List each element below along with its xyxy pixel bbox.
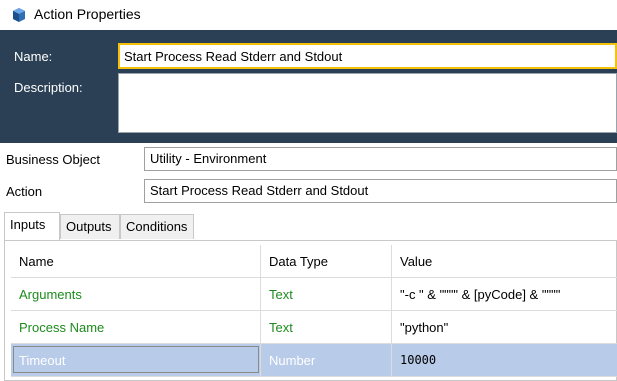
param-value[interactable]: "python" (392, 311, 617, 344)
action-field[interactable]: Start Process Read Stderr and Stdout (144, 179, 617, 203)
inputs-grid-frame: Name Data Type Value Arguments Text "-c … (4, 240, 617, 381)
table-row[interactable]: Process Name Text "python" (11, 311, 617, 344)
column-header-data-type[interactable]: Data Type (261, 245, 392, 278)
app-icon (13, 8, 25, 22)
grid-header-row: Name Data Type Value (11, 245, 617, 278)
business-object-field[interactable]: Utility - Environment (144, 147, 617, 171)
name-input[interactable] (118, 43, 617, 69)
param-value[interactable]: "-c " & """" & [pyCode] & """" (392, 278, 617, 311)
tab-conditions[interactable]: Conditions (120, 214, 194, 239)
business-object-label: Business Object (6, 152, 100, 167)
tab-outputs[interactable]: Outputs (60, 214, 120, 239)
inputs-grid: Name Data Type Value Arguments Text "-c … (11, 245, 617, 381)
column-header-name[interactable]: Name (11, 245, 261, 278)
name-label: Name: (14, 49, 53, 64)
param-type: Text (261, 311, 392, 344)
param-name[interactable]: Process Name (11, 311, 261, 344)
column-header-value[interactable]: Value (392, 245, 617, 278)
description-input[interactable] (118, 73, 617, 133)
description-label: Description: (14, 80, 83, 95)
param-name[interactable]: Timeout (13, 346, 259, 373)
action-label: Action (6, 184, 43, 199)
param-name-cell[interactable]: Timeout (11, 344, 261, 377)
param-value[interactable]: 10000 (392, 344, 617, 377)
param-type: Number (261, 344, 392, 377)
param-name[interactable]: Arguments (11, 278, 261, 311)
table-row[interactable]: Arguments Text "-c " & """" & [pyCode] &… (11, 278, 617, 311)
table-row-selected[interactable]: Timeout Number 10000 (11, 344, 617, 377)
title-bar: Action Properties (0, 0, 617, 30)
param-type: Text (261, 278, 392, 311)
window-title: Action Properties (34, 6, 141, 22)
tab-inputs[interactable]: Inputs (4, 212, 60, 240)
